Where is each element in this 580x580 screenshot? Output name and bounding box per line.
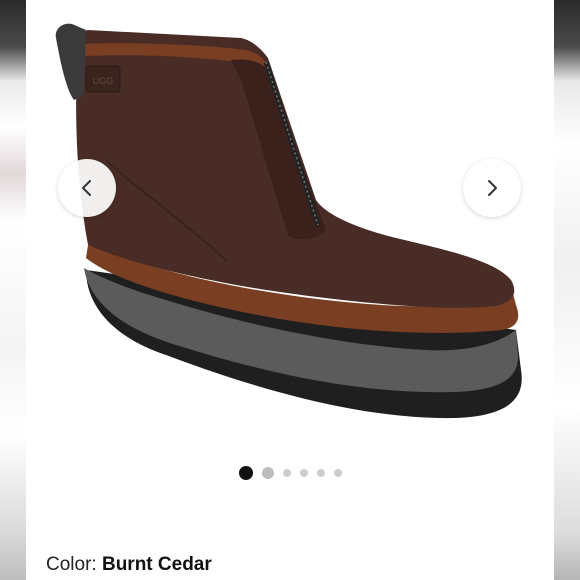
pagination-dot-2[interactable] <box>261 467 274 479</box>
pagination-dot-5[interactable] <box>316 469 325 477</box>
gallery-pagination <box>26 466 554 480</box>
pagination-dot-1[interactable] <box>238 466 253 480</box>
pagination-dot-6[interactable] <box>333 469 342 477</box>
color-label: Color: <box>46 554 97 575</box>
right-background-edge <box>554 0 580 580</box>
chevron-left-icon <box>82 180 91 196</box>
product-image-gallery[interactable]: UGG <box>26 0 554 455</box>
product-card: UGG Color: Burnt Cedar <box>26 0 554 580</box>
color-selection: Color: Burnt Cedar <box>46 554 212 576</box>
next-image-button[interactable] <box>463 159 521 217</box>
color-value: Burnt Cedar <box>101 554 212 575</box>
product-image: UGG <box>55 23 522 419</box>
pagination-dot-4[interactable] <box>299 469 308 477</box>
pagination-dot-3[interactable] <box>282 469 291 477</box>
left-background-edge <box>0 0 26 580</box>
previous-image-button[interactable] <box>58 159 116 217</box>
chevron-right-icon <box>488 180 497 196</box>
brand-logo-text: UGG <box>93 76 114 86</box>
